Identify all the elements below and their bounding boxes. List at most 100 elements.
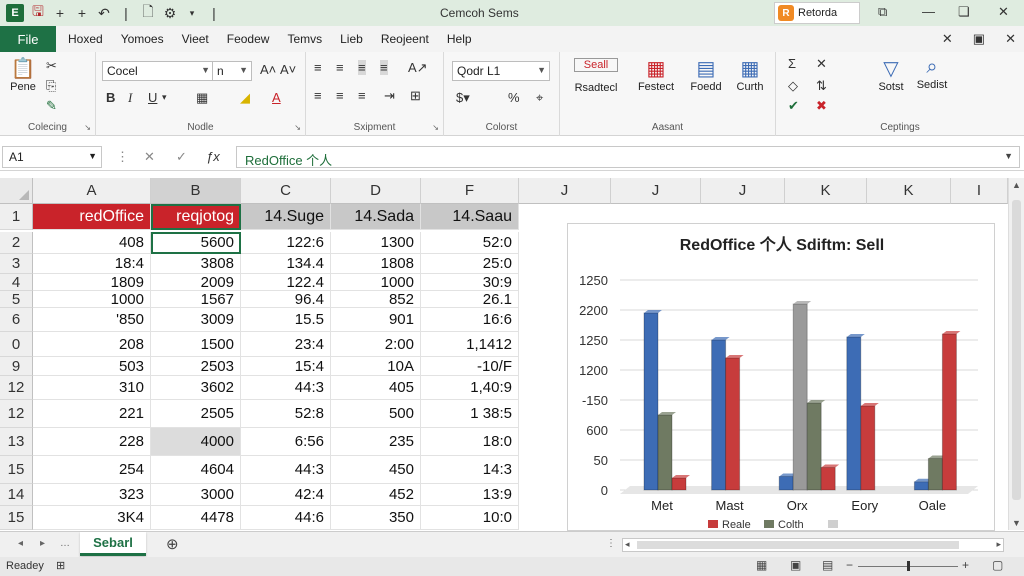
table-cell[interactable]: 44:3 [241, 376, 331, 400]
table-cell[interactable]: 14:3 [421, 456, 519, 484]
zoom-percent-icon[interactable]: ▢ [992, 558, 1003, 572]
row-header[interactable]: 2 [0, 232, 33, 254]
table-cell[interactable]: 235 [331, 428, 421, 456]
select-all-button[interactable] [0, 178, 33, 204]
font-size-select[interactable]: n ▼ [212, 61, 252, 81]
format-table-button[interactable]: ▦ Festect [634, 56, 678, 93]
scroll-up-icon[interactable]: ▲ [1012, 180, 1021, 190]
next-sheet-icon[interactable]: ▸ [40, 538, 45, 549]
scroll-down-icon[interactable]: ▼ [1012, 518, 1021, 528]
table-cell[interactable]: 2:00 [331, 332, 421, 357]
zoom-in-icon[interactable]: + [962, 558, 969, 572]
row-header[interactable]: 13 [0, 428, 33, 456]
table-cell[interactable]: 500 [331, 400, 421, 428]
row-header[interactable]: 1 [0, 204, 33, 230]
borders-icon[interactable]: ▦ [196, 90, 208, 106]
table-cell[interactable]: 13:9 [421, 484, 519, 506]
scroll-thumb[interactable] [1012, 200, 1021, 500]
indent-icon[interactable]: ⇥ [384, 88, 395, 104]
table-cell[interactable]: 208 [33, 332, 151, 357]
tab-developer[interactable]: Reojeent [381, 32, 429, 46]
table-cell[interactable]: 15.5 [241, 308, 331, 332]
sort-icon[interactable]: ⇅ [816, 78, 827, 94]
header-cell[interactable]: reqjotog [151, 204, 241, 230]
macro-icon[interactable]: ⊞ [56, 559, 65, 572]
table-cell[interactable]: 2009 [151, 274, 241, 291]
table-cell[interactable]: 405 [331, 376, 421, 400]
table-cell[interactable]: 221 [33, 400, 151, 428]
name-box[interactable]: A1 ▼ [2, 146, 102, 168]
clipboard-launcher-icon[interactable]: ↘ [84, 123, 91, 132]
ribbon-toggle-icon[interactable]: ▣ [973, 31, 985, 47]
table-cell[interactable]: 44:3 [241, 456, 331, 484]
table-cell[interactable]: 122.4 [241, 274, 331, 291]
row-header[interactable]: 0 [0, 332, 33, 357]
table-cell[interactable]: 1300 [331, 232, 421, 254]
table-cell[interactable]: 122:6 [241, 232, 331, 254]
italic-button[interactable]: I [128, 90, 132, 106]
table-cell[interactable]: 1000 [331, 274, 421, 291]
table-cell[interactable]: 852 [331, 291, 421, 308]
formula-input[interactable]: RedOffice 个人 ▼ [236, 146, 1020, 168]
increase-font-icon[interactable]: A˄ [260, 62, 276, 77]
table-cell[interactable]: 10:0 [421, 506, 519, 530]
insert-cells-button[interactable]: ▦ Curth [730, 56, 770, 93]
table-cell[interactable]: 1500 [151, 332, 241, 357]
copy-icon[interactable]: ⎘ [46, 78, 56, 94]
table-cell[interactable]: 4000 [151, 428, 241, 456]
table-cell[interactable]: 5600 [151, 232, 241, 254]
find-select-button[interactable]: ⌕ Sedist [912, 56, 952, 91]
close-ribbon-icon[interactable]: ✕ [942, 31, 953, 47]
table-cell[interactable]: 44:6 [241, 506, 331, 530]
wrap-icon[interactable]: ≡ [380, 60, 388, 75]
fill-color-icon[interactable]: ◢ [240, 90, 250, 106]
alignment-launcher-icon[interactable]: ↘ [432, 123, 439, 132]
column-header[interactable]: I [951, 178, 1008, 204]
undo-icon[interactable]: ↶ [96, 5, 112, 22]
table-cell[interactable]: 3602 [151, 376, 241, 400]
page-break-icon[interactable]: ▤ [822, 558, 833, 572]
table-cell[interactable]: 1567 [151, 291, 241, 308]
enter-icon[interactable]: ✓ [176, 149, 187, 165]
row-header[interactable]: 14 [0, 484, 33, 506]
table-cell[interactable]: 18:4 [33, 254, 151, 274]
tab-formulas[interactable]: Feodew [227, 32, 270, 46]
align-left-icon[interactable]: ≡ [314, 88, 322, 103]
column-header[interactable]: J [519, 178, 611, 204]
column-header[interactable]: C [241, 178, 331, 204]
table-cell[interactable]: 96.4 [241, 291, 331, 308]
table-cell[interactable]: 18:0 [421, 428, 519, 456]
table-cell[interactable]: 1000 [33, 291, 151, 308]
column-header[interactable]: F [421, 178, 519, 204]
column-header[interactable]: A [33, 178, 151, 204]
zoom-slider-knob[interactable] [907, 561, 910, 571]
table-cell[interactable]: 4478 [151, 506, 241, 530]
check-icon[interactable]: ✔ [788, 98, 799, 114]
normal-view-icon[interactable]: ▦ [756, 558, 767, 572]
clear-icon[interactable]: ◇ [788, 78, 798, 94]
table-cell[interactable]: 1 38:5 [421, 400, 519, 428]
table-cell[interactable]: 228 [33, 428, 151, 456]
table-cell[interactable]: 1,40:9 [421, 376, 519, 400]
sort-filter-button[interactable]: ▽ Sotst [872, 56, 910, 93]
align-middle-icon[interactable]: ≡ [336, 60, 344, 75]
table-cell[interactable]: 52:0 [421, 232, 519, 254]
cancel-icon[interactable]: ✕ [144, 149, 155, 165]
table-cell[interactable]: 3K4 [33, 506, 151, 530]
column-header[interactable]: B [151, 178, 241, 204]
add-icon-2[interactable]: + [74, 5, 90, 21]
table-cell[interactable]: 134.4 [241, 254, 331, 274]
cut-icon[interactable]: ✂ [46, 58, 57, 74]
row-header[interactable]: 6 [0, 308, 33, 332]
row-header[interactable]: 12 [0, 376, 33, 400]
row-header[interactable]: 15 [0, 456, 33, 484]
table-cell[interactable]: 42:4 [241, 484, 331, 506]
add-icon[interactable]: + [52, 5, 68, 21]
tab-home[interactable]: Hoxed [68, 32, 103, 46]
add-sheet-icon[interactable]: ⊕ [166, 535, 179, 553]
column-header[interactable]: D [331, 178, 421, 204]
autosum-icon[interactable]: Σ [788, 56, 796, 71]
decrease-font-icon[interactable]: A˅ [280, 62, 296, 77]
font-name-select[interactable]: Cocel ▼ [102, 61, 214, 81]
table-cell[interactable]: 1,1412 [421, 332, 519, 357]
